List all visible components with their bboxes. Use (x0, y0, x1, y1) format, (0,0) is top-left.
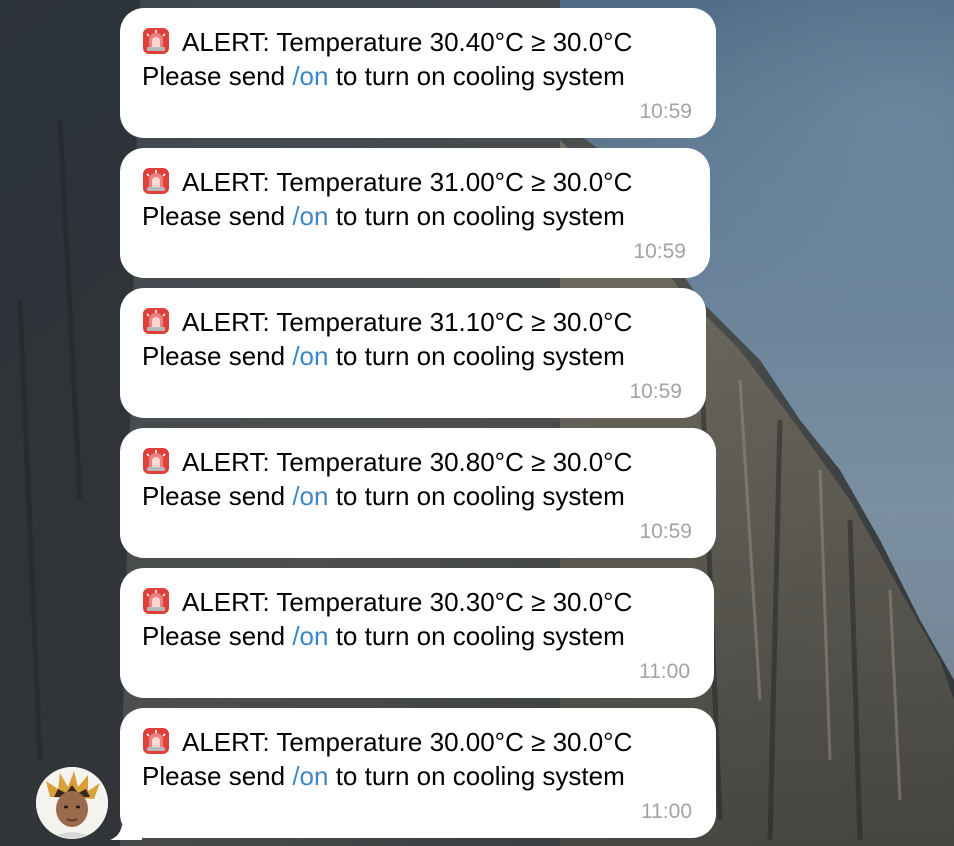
instruction-suffix: to turn on cooling system (328, 621, 625, 651)
instruction-prefix: Please send (142, 61, 293, 91)
police-car-light-icon (143, 448, 169, 474)
instruction-line: Please send /on to turn on cooling syste… (142, 479, 694, 513)
alert-line: ALERT: Temperature 30.00°C ≥ 30.0°C (142, 725, 694, 759)
instruction-prefix: Please send (142, 761, 293, 791)
instruction-prefix: Please send (142, 621, 293, 651)
message-timestamp: 10:59 (633, 240, 686, 263)
alert-text: ALERT: Temperature 30.40°C ≥ 30.0°C (182, 27, 633, 57)
message-timestamp: 11:00 (641, 800, 692, 823)
alert-text: ALERT: Temperature 31.10°C ≥ 30.0°C (182, 307, 633, 337)
instruction-prefix: Please send (142, 481, 293, 511)
sender-avatar[interactable] (36, 767, 108, 839)
message-bubble[interactable]: ALERT: Temperature 30.30°C ≥ 30.0°C Plea… (120, 568, 714, 698)
bubble-tail (110, 806, 142, 840)
on-command-link[interactable]: /on (292, 481, 328, 511)
message-bubble[interactable]: ALERT: Temperature 30.40°C ≥ 30.0°C Plea… (120, 8, 716, 138)
on-command-link[interactable]: /on (292, 621, 328, 651)
message-timestamp: 10:59 (639, 520, 692, 543)
police-car-light-icon (143, 168, 169, 194)
on-command-link[interactable]: /on (292, 201, 328, 231)
message-bubble[interactable]: ALERT: Temperature 31.10°C ≥ 30.0°C Plea… (120, 288, 706, 418)
police-car-light-icon (143, 588, 169, 614)
alert-line: ALERT: Temperature 30.40°C ≥ 30.0°C (142, 25, 694, 59)
message-list[interactable]: ALERT: Temperature 30.40°C ≥ 30.0°C Plea… (0, 0, 954, 846)
on-command-link[interactable]: /on (292, 761, 328, 791)
alert-text: ALERT: Temperature 30.80°C ≥ 30.0°C (182, 447, 633, 477)
alert-line: ALERT: Temperature 30.80°C ≥ 30.0°C (142, 445, 694, 479)
instruction-prefix: Please send (142, 201, 293, 231)
instruction-suffix: to turn on cooling system (328, 61, 625, 91)
message-bubble[interactable]: ALERT: Temperature 30.80°C ≥ 30.0°C Plea… (120, 428, 716, 558)
instruction-line: Please send /on to turn on cooling syste… (142, 759, 694, 793)
instruction-line: Please send /on to turn on cooling syste… (142, 339, 684, 373)
alert-line: ALERT: Temperature 31.00°C ≥ 30.0°C (142, 165, 688, 199)
instruction-line: Please send /on to turn on cooling syste… (142, 619, 692, 653)
alert-line: ALERT: Temperature 30.30°C ≥ 30.0°C (142, 585, 692, 619)
instruction-prefix: Please send (142, 341, 293, 371)
instruction-line: Please send /on to turn on cooling syste… (142, 199, 688, 233)
message-timestamp: 10:59 (639, 100, 692, 123)
on-command-link[interactable]: /on (292, 61, 328, 91)
instruction-suffix: to turn on cooling system (328, 481, 625, 511)
message-timestamp: 11:00 (639, 660, 690, 683)
on-command-link[interactable]: /on (292, 341, 328, 371)
instruction-suffix: to turn on cooling system (328, 201, 625, 231)
instruction-suffix: to turn on cooling system (328, 761, 625, 791)
police-car-light-icon (143, 308, 169, 334)
message-bubble[interactable]: ALERT: Temperature 30.00°C ≥ 30.0°C Plea… (120, 708, 716, 838)
avatar-image (36, 767, 108, 839)
police-car-light-icon (143, 728, 169, 754)
message-bubble[interactable]: ALERT: Temperature 31.00°C ≥ 30.0°C Plea… (120, 148, 710, 278)
alert-line: ALERT: Temperature 31.10°C ≥ 30.0°C (142, 305, 684, 339)
alert-text: ALERT: Temperature 30.30°C ≥ 30.0°C (182, 587, 633, 617)
alert-text: ALERT: Temperature 31.00°C ≥ 30.0°C (182, 167, 633, 197)
alert-text: ALERT: Temperature 30.00°C ≥ 30.0°C (182, 727, 633, 757)
message-timestamp: 10:59 (629, 380, 682, 403)
instruction-line: Please send /on to turn on cooling syste… (142, 59, 694, 93)
police-car-light-icon (143, 28, 169, 54)
instruction-suffix: to turn on cooling system (328, 341, 625, 371)
